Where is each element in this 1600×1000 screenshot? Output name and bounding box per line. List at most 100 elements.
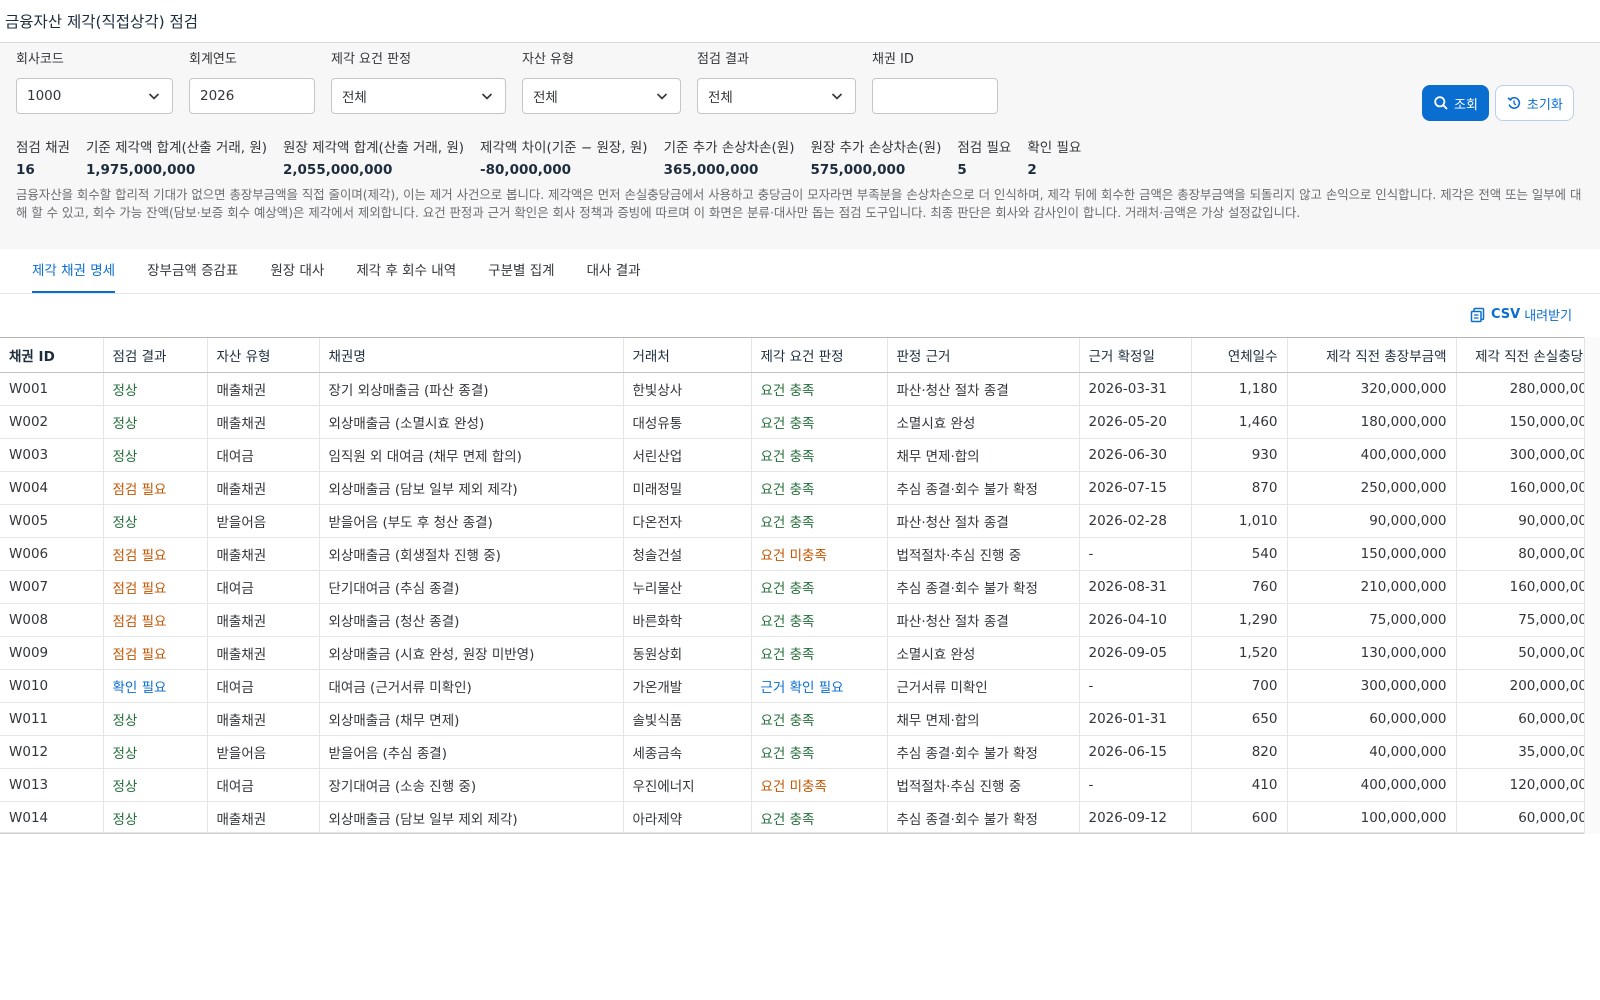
horizontal-scrollbar[interactable] xyxy=(0,832,1584,846)
cell-days: 540 xyxy=(1191,537,1288,571)
reset-button[interactable]: 초기화 xyxy=(1494,85,1574,121)
column-header-party[interactable]: 거래처 xyxy=(623,338,752,373)
cell-date: 2026-05-20 xyxy=(1079,405,1192,439)
cell-allowance: 160,000,000 xyxy=(1456,570,1584,604)
cell-id: W010 xyxy=(0,669,104,703)
table-row[interactable]: W004 점검 필요 매출채권 외상매출금 (담보 일부 제외 제각) 미래정밀 요건 충… xyxy=(0,471,1584,505)
cell-basis: 추심 종결·회수 불가 확정 xyxy=(887,801,1080,833)
tab-ledger-reconciliation[interactable]: 원장 대사 xyxy=(254,250,340,294)
table-row[interactable]: W006 점검 필요 매출채권 외상매출금 (회생절차 진행 중) 청솔건설 요건 미충족… xyxy=(0,537,1584,571)
table-row[interactable]: W013 정상 대여금 장기대여금 (소송 진행 중) 우진에너지 요건 미충족 법적절차·… xyxy=(0,768,1584,802)
asset-type-label: 자산 유형 xyxy=(522,52,574,67)
column-header-gross[interactable]: 제각 직전 총장부금액 xyxy=(1287,338,1457,373)
cell-judgment: 요건 충족 xyxy=(751,504,888,538)
table-row[interactable]: W005 정상 받을어음 받을어음 (부도 후 청산 종결) 다온전자 요건 충족 파산·청… xyxy=(0,504,1584,538)
table-row[interactable]: W014 정상 매출채권 외상매출금 (담보 일부 제외 제각) 아라제약 요건 충족 추심… xyxy=(0,801,1584,833)
cell-result: 정상 xyxy=(103,504,208,538)
column-header-date[interactable]: 근거 확정일 xyxy=(1079,338,1192,373)
column-header-judgment[interactable]: 제각 요건 판정 xyxy=(751,338,888,373)
column-header-result[interactable]: 점검 결과 xyxy=(103,338,208,373)
writeoff-judgment-select[interactable]: 전체 xyxy=(331,78,506,114)
column-header-basis[interactable]: 판정 근거 xyxy=(887,338,1080,373)
cell-date: - xyxy=(1079,669,1192,703)
column-header-type[interactable]: 자산 유형 xyxy=(207,338,320,373)
table-row[interactable]: W009 점검 필요 매출채권 외상매출금 (시효 완성, 원장 미반영) 동원상회 요건… xyxy=(0,636,1584,670)
stat-label: 원장 제각액 합계(산출 거래, 원) xyxy=(283,140,465,156)
table-row[interactable]: W008 점검 필요 매출채권 외상매출금 (청산 종결) 바른화학 요건 충족 파산·청산… xyxy=(0,603,1584,637)
vertical-scrollbar[interactable] xyxy=(1584,337,1600,834)
receivable-id-input[interactable] xyxy=(872,78,998,114)
csv-label-bold: CSV xyxy=(1491,307,1521,322)
cell-basis: 추심 종결·회수 불가 확정 xyxy=(887,471,1080,505)
cell-name: 대여금 (근거서류 미확인) xyxy=(319,669,624,703)
cell-result: 정상 xyxy=(103,735,208,769)
cell-judgment: 요건 충족 xyxy=(751,405,888,439)
cell-date: 2026-04-10 xyxy=(1079,603,1192,637)
cell-basis: 파산·청산 절차 종결 xyxy=(887,504,1080,538)
csv-download-button[interactable]: CSV 내려받기 xyxy=(1470,305,1572,324)
tab-divider xyxy=(0,293,1600,294)
page-title: 금융자산 제각(직접상각) 점검 xyxy=(5,13,199,31)
tab-reconciliation-result[interactable]: 대사 결과 xyxy=(571,250,657,294)
cell-basis: 추심 종결·회수 불가 확정 xyxy=(887,570,1080,604)
cell-id: W002 xyxy=(0,405,104,439)
stat-check-needed: 점검 필요 5 xyxy=(957,139,1011,178)
cell-basis: 채무 면제·합의 xyxy=(887,438,1080,472)
stat-label: 점검 필요 xyxy=(957,140,1012,156)
check-result-select[interactable]: 전체 xyxy=(697,78,856,114)
company-code-select[interactable]: 1000 xyxy=(16,78,173,114)
table-row[interactable]: W010 확인 필요 대여금 대여금 (근거서류 미확인) 가온개발 근거 확인 필요 근거… xyxy=(0,669,1584,703)
table-row[interactable]: W011 정상 매출채권 외상매출금 (채무 면제) 솔빛식품 요건 충족 채무 면제·합의… xyxy=(0,702,1584,736)
tab-category-summary[interactable]: 구분별 집계 xyxy=(472,250,570,294)
tab-carrying-amount-movement[interactable]: 장부금액 증감표 xyxy=(131,250,254,294)
table-row[interactable]: W012 정상 받을어음 받을어음 (추심 종결) 세종금속 요건 충족 추심 종결·회수 … xyxy=(0,735,1584,769)
download-icon xyxy=(1470,307,1485,322)
cell-id: W012 xyxy=(0,735,104,769)
cell-basis: 법적절차·추심 진행 중 xyxy=(887,768,1080,802)
cell-judgment: 요건 충족 xyxy=(751,735,888,769)
table-row[interactable]: W003 정상 대여금 임직원 외 대여금 (채무 면제 합의) 서린산업 요건 충족 채무… xyxy=(0,438,1584,472)
fiscal-year-input[interactable]: 2026 xyxy=(189,78,315,114)
company-code-value: 1000 xyxy=(27,88,62,104)
cell-gross: 100,000,000 xyxy=(1287,801,1457,833)
column-header-name[interactable]: 채권명 xyxy=(319,338,624,373)
cell-name: 외상매출금 (담보 일부 제외 제각) xyxy=(319,801,624,833)
writeoff-table: 채권 ID 점검 결과 자산 유형 채권명 거래처 제각 요건 판정 판정 근거… xyxy=(0,338,1584,833)
tab-writeoff-list[interactable]: 제각 채권 명세 xyxy=(16,250,131,294)
csv-label: 내려받기 xyxy=(1524,309,1573,324)
table-row[interactable]: W002 정상 매출채권 외상매출금 (소멸시효 완성) 대성유통 요건 충족 소멸시효 완… xyxy=(0,405,1584,439)
cell-date: - xyxy=(1079,537,1192,571)
writeoff-table-container: 채권 ID 점검 결과 자산 유형 채권명 거래처 제각 요건 판정 판정 근거… xyxy=(0,337,1584,834)
cell-result: 점검 필요 xyxy=(103,537,208,571)
asset-type-select[interactable]: 전체 xyxy=(522,78,681,114)
cell-judgment: 요건 충족 xyxy=(751,570,888,604)
tab-recoveries[interactable]: 제각 후 회수 내역 xyxy=(340,250,472,294)
filter-company-code: 회사코드 1000 xyxy=(16,51,173,114)
cell-days: 1,460 xyxy=(1191,405,1288,439)
cell-result: 확인 필요 xyxy=(103,669,208,703)
cell-type: 대여금 xyxy=(207,768,320,802)
cell-type: 매출채권 xyxy=(207,537,320,571)
chevron-down-icon xyxy=(831,93,843,100)
cell-name: 단기대여금 (추심 종결) xyxy=(319,570,624,604)
cell-result: 정상 xyxy=(103,801,208,833)
stat-label: 제각액 차이(기준 − 원장, 원) xyxy=(480,140,648,156)
cell-judgment: 요건 충족 xyxy=(751,636,888,670)
cell-type: 대여금 xyxy=(207,438,320,472)
column-header-allowance[interactable]: 제각 직전 손실충당금 xyxy=(1456,338,1584,373)
stat-confirm-needed: 확인 필요 2 xyxy=(1027,139,1081,178)
table-row[interactable]: W007 점검 필요 대여금 단기대여금 (추심 종결) 누리물산 요건 충족 추심 종결·… xyxy=(0,570,1584,604)
stat-ledger-writeoff-total: 원장 제각액 합계(산출 거래, 원) 2,055,000,000 xyxy=(283,139,464,178)
search-button[interactable]: 조회 xyxy=(1422,85,1489,121)
cell-party: 아라제약 xyxy=(623,801,752,833)
column-header-days[interactable]: 연체일수 xyxy=(1191,338,1288,373)
cell-id: W006 xyxy=(0,537,104,571)
cell-basis: 소멸시효 완성 xyxy=(887,636,1080,670)
filter-asset-type: 자산 유형 전체 xyxy=(522,51,681,114)
cell-party: 바른화학 xyxy=(623,603,752,637)
cell-judgment: 요건 충족 xyxy=(751,801,888,833)
cell-gross: 60,000,000 xyxy=(1287,702,1457,736)
asset-type-value: 전체 xyxy=(533,90,558,106)
table-row[interactable]: W001 정상 매출채권 장기 외상매출금 (파산 종결) 한빛상사 요건 충족 파산·청산… xyxy=(0,372,1584,406)
column-header-id[interactable]: 채권 ID xyxy=(0,338,104,373)
